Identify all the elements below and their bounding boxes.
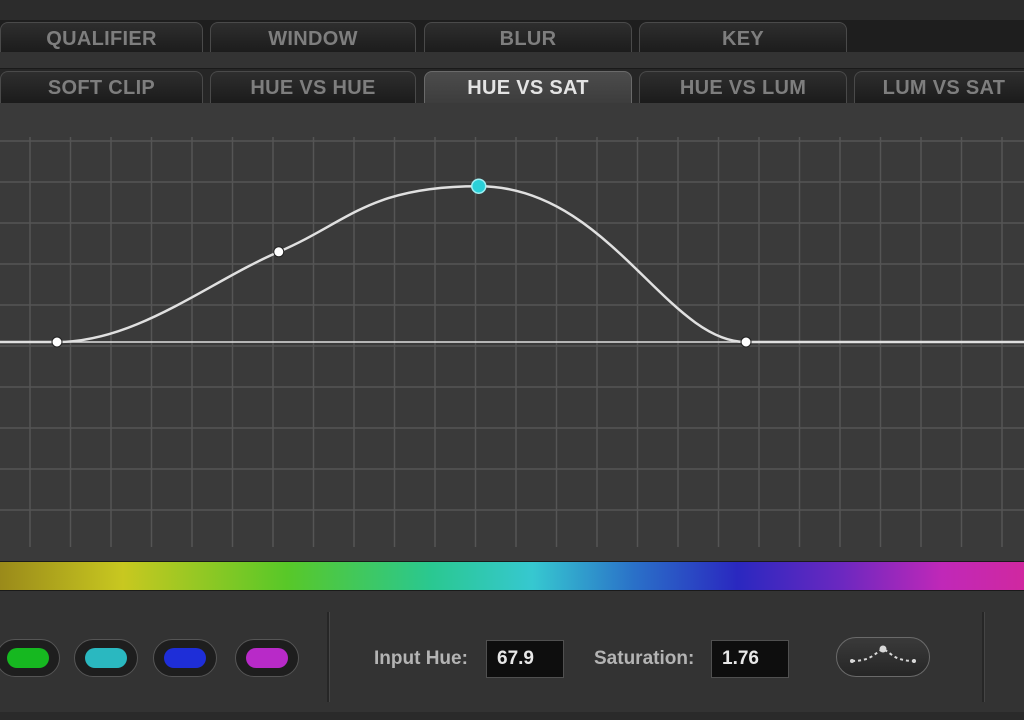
tab-hue-vs-sat[interactable]: HUE VS SAT: [424, 71, 632, 103]
swatch-blue-button[interactable]: [153, 639, 217, 677]
control-point[interactable]: [740, 336, 752, 348]
tab-hue-vs-lum[interactable]: HUE VS LUM: [639, 71, 847, 103]
input-hue-label: Input Hue:: [374, 648, 468, 669]
hue-spectrum-bar: [0, 561, 1024, 591]
tab-hue-vs-hue[interactable]: HUE VS HUE: [210, 71, 416, 103]
hue-vs-sat-curve-graph[interactable]: [0, 137, 1024, 547]
tab-row-primary: QUALIFIER WINDOW BLUR KEY: [0, 20, 1024, 54]
swatch-cyan-button[interactable]: [74, 639, 138, 677]
curve-preset-button[interactable]: [836, 637, 930, 677]
curve-control-points: [51, 178, 752, 348]
swatch-magenta-fill: [246, 648, 288, 668]
swatch-green-button[interactable]: [0, 639, 60, 677]
curve-preset-icon: [850, 645, 916, 663]
panel-separator: [327, 612, 330, 702]
swatch-green-fill: [7, 648, 49, 668]
window-bottom-edge: [0, 712, 1024, 720]
tab-row-secondary: SOFT CLIP HUE VS HUE HUE VS SAT HUE VS L…: [0, 68, 1024, 103]
tab-soft-clip[interactable]: SOFT CLIP: [0, 71, 203, 103]
tab-lum-vs-sat[interactable]: LUM VS SAT: [854, 71, 1024, 103]
saturation-field[interactable]: 1.76: [711, 640, 789, 678]
tab-blur[interactable]: BLUR: [424, 22, 632, 54]
tab-qualifier[interactable]: QUALIFIER: [0, 22, 203, 54]
input-hue-field[interactable]: 67.9: [486, 640, 564, 678]
selected-control-point[interactable]: [470, 178, 487, 194]
tab-row-divider: [0, 52, 1024, 68]
control-point[interactable]: [273, 246, 285, 258]
swatch-blue-fill: [164, 648, 206, 668]
swatch-cyan-fill: [85, 648, 127, 668]
saturation-label: Saturation:: [594, 648, 695, 669]
control-point[interactable]: [51, 336, 63, 348]
tab-window[interactable]: WINDOW: [210, 22, 416, 54]
window-top-bar: [0, 0, 1024, 20]
tab-key[interactable]: KEY: [639, 22, 847, 54]
panel-separator: [982, 612, 985, 702]
swatch-magenta-button[interactable]: [235, 639, 299, 677]
